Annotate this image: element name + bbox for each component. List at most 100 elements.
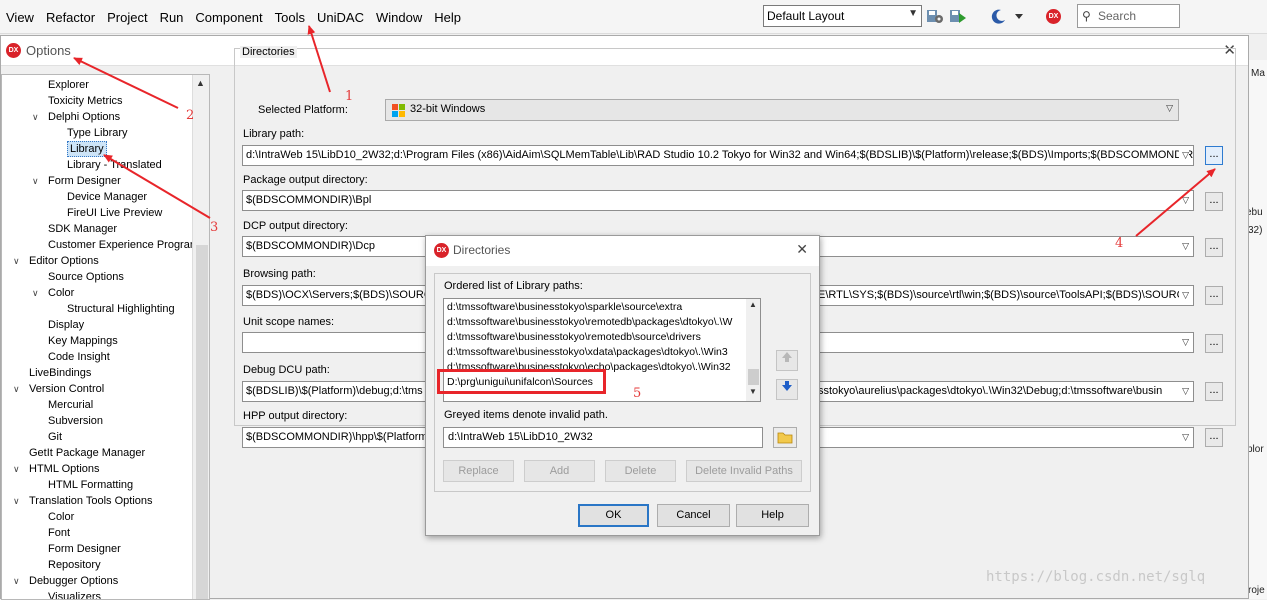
- tree-expander-icon[interactable]: ∨: [13, 253, 20, 269]
- list-item[interactable]: d:\tmssoftware\businesstokyo\remotedb\pa…: [447, 315, 732, 330]
- library-path-browse-button[interactable]: ...: [1205, 146, 1223, 165]
- dcp-output-browse-button[interactable]: ...: [1205, 238, 1223, 257]
- tree-item[interactable]: Color: [2, 509, 192, 525]
- debug-dcu-browse-button[interactable]: ...: [1205, 382, 1223, 401]
- list-item[interactable]: d:\tmssoftware\businesstokyo\sparkle\sou…: [447, 300, 682, 315]
- tree-item[interactable]: Repository: [2, 557, 192, 573]
- move-down-button[interactable]: [776, 379, 798, 400]
- tree-item[interactable]: Git: [2, 429, 192, 445]
- delete-invalid-paths-button[interactable]: Delete Invalid Paths: [686, 460, 802, 482]
- directories-titlebar[interactable]: DX Directories ✕: [426, 236, 819, 266]
- tree-item[interactable]: Explorer: [2, 77, 192, 93]
- package-output-input[interactable]: $(BDSCOMMONDIR)\Bpl ▽: [242, 190, 1194, 211]
- tree-item[interactable]: Font: [2, 525, 192, 541]
- tree-item[interactable]: ∨ Version Control: [2, 381, 192, 397]
- tree-item[interactable]: ∨ Editor Options: [2, 253, 192, 269]
- chevron-down-icon[interactable]: ▽: [1179, 428, 1189, 447]
- path-input[interactable]: d:\IntraWeb 15\LibD10_2W32: [443, 427, 763, 448]
- tree-item[interactable]: LiveBindings: [2, 365, 192, 381]
- tree-item[interactable]: Subversion: [2, 413, 192, 429]
- menu-run[interactable]: Run: [154, 10, 190, 25]
- chevron-down-icon[interactable]: ▽: [1179, 191, 1189, 210]
- menu-tools[interactable]: Tools: [269, 10, 311, 25]
- right-panel-text: 32): [1248, 225, 1263, 236]
- tree-expander-icon[interactable]: ∨: [32, 173, 39, 189]
- replace-button[interactable]: Replace: [443, 460, 514, 482]
- chevron-down-icon[interactable]: ▽: [1179, 333, 1189, 352]
- tree-item[interactable]: Customer Experience Program: [2, 237, 199, 253]
- scroll-thumb[interactable]: [196, 245, 208, 599]
- platform-combo[interactable]: 32-bit Windows ▽: [385, 99, 1179, 121]
- moon-icon[interactable]: [990, 7, 1008, 25]
- tree-scrollbar[interactable]: ▲: [192, 75, 209, 599]
- search-input[interactable]: ⚲ Search: [1077, 4, 1180, 28]
- menu-help[interactable]: Help: [428, 10, 467, 25]
- tree-item[interactable]: Mercurial: [2, 397, 192, 413]
- menu-window[interactable]: Window: [370, 10, 428, 25]
- tree-item[interactable]: GetIt Package Manager: [2, 445, 192, 461]
- add-button[interactable]: Add: [524, 460, 595, 482]
- tree-expander-icon[interactable]: ∨: [13, 493, 20, 509]
- tree-expander-icon[interactable]: ∨: [32, 109, 39, 125]
- scroll-down-icon[interactable]: ▼: [749, 387, 757, 396]
- tree-expander-icon[interactable]: ∨: [32, 285, 39, 301]
- list-item[interactable]: d:\tmssoftware\businesstokyo\xdata\packa…: [447, 345, 728, 360]
- tree-item[interactable]: HTML Formatting: [2, 477, 192, 493]
- chevron-down-icon[interactable]: ▽: [1179, 382, 1189, 401]
- tree-item[interactable]: Visualizers: [2, 589, 192, 599]
- scroll-thumb[interactable]: [748, 369, 759, 385]
- library-path-input[interactable]: d:\IntraWeb 15\LibD10_2W32;d:\Program Fi…: [242, 145, 1194, 166]
- close-icon[interactable]: ✕: [796, 241, 808, 258]
- layout-combo[interactable]: Default Layout ▼: [763, 5, 922, 27]
- package-output-browse-button[interactable]: ...: [1205, 192, 1223, 211]
- tree-item[interactable]: FireUI Live Preview: [2, 205, 192, 221]
- ok-button[interactable]: OK: [578, 504, 649, 527]
- menu-refactor[interactable]: Refactor: [40, 10, 101, 25]
- options-tree[interactable]: Explorer Toxicity Metrics ∨ Delphi Options T…: [1, 74, 210, 600]
- list-item[interactable]: d:\tmssoftware\businesstokyo\remotedb\so…: [447, 330, 701, 345]
- chevron-down-icon[interactable]: ▽: [1179, 286, 1189, 305]
- tree-item[interactable]: ∨ Debugger Options: [2, 573, 192, 589]
- menu-unidac[interactable]: UniDAC: [311, 10, 370, 25]
- tree-expander-icon[interactable]: ∨: [13, 461, 20, 477]
- chevron-down-icon[interactable]: ▽: [1179, 146, 1189, 165]
- unit-scope-browse-button[interactable]: ...: [1205, 334, 1223, 353]
- tree-item[interactable]: Form Designer: [2, 541, 192, 557]
- browse-folder-button[interactable]: [773, 427, 797, 448]
- menu-component[interactable]: Component: [189, 10, 268, 25]
- tree-item[interactable]: ∨ Translation Tools Options: [2, 493, 192, 509]
- browsing-path-browse-button[interactable]: ...: [1205, 286, 1223, 305]
- tree-item[interactable]: ∨ Delphi Options: [2, 109, 192, 125]
- save-layout-icon[interactable]: [926, 7, 944, 25]
- run-layout-icon[interactable]: [949, 7, 967, 25]
- chevron-down-icon[interactable]: ▽: [1179, 237, 1189, 256]
- list-scrollbar[interactable]: ▲ ▼: [746, 299, 760, 401]
- tree-item[interactable]: Key Mappings: [2, 333, 192, 349]
- help-button[interactable]: Help: [736, 504, 809, 527]
- cancel-button[interactable]: Cancel: [657, 504, 730, 527]
- dx-logo-icon[interactable]: DX: [1046, 9, 1061, 24]
- hpp-output-browse-button[interactable]: ...: [1205, 428, 1223, 447]
- tree-item[interactable]: Device Manager: [2, 189, 192, 205]
- move-up-button[interactable]: [776, 350, 798, 371]
- scroll-up-icon[interactable]: ▲: [196, 78, 205, 88]
- chevron-down-icon[interactable]: [1014, 7, 1024, 25]
- tree-item[interactable]: SDK Manager: [2, 221, 192, 237]
- tree-item[interactable]: Code Insight: [2, 349, 192, 365]
- tree-item[interactable]: Display: [2, 317, 192, 333]
- scroll-up-icon[interactable]: ▲: [749, 300, 757, 309]
- delete-button[interactable]: Delete: [605, 460, 676, 482]
- tree-item[interactable]: Type Library: [2, 125, 192, 141]
- tree-item[interactable]: ∨ HTML Options: [2, 461, 192, 477]
- tree-expander-icon[interactable]: ∨: [13, 381, 20, 397]
- tree-item[interactable]: Source Options: [2, 269, 192, 285]
- tree-item[interactable]: ∨ Form Designer: [2, 173, 192, 189]
- menu-project[interactable]: Project: [101, 10, 153, 25]
- tree-item[interactable]: Toxicity Metrics: [2, 93, 192, 109]
- menu-view[interactable]: View: [0, 10, 40, 25]
- tree-item[interactable]: Library - Translated: [2, 157, 192, 173]
- tree-item[interactable]: Library: [2, 141, 192, 157]
- tree-expander-icon[interactable]: ∨: [13, 573, 20, 589]
- tree-item[interactable]: Structural Highlighting: [2, 301, 192, 317]
- tree-item[interactable]: ∨ Color: [2, 285, 192, 301]
